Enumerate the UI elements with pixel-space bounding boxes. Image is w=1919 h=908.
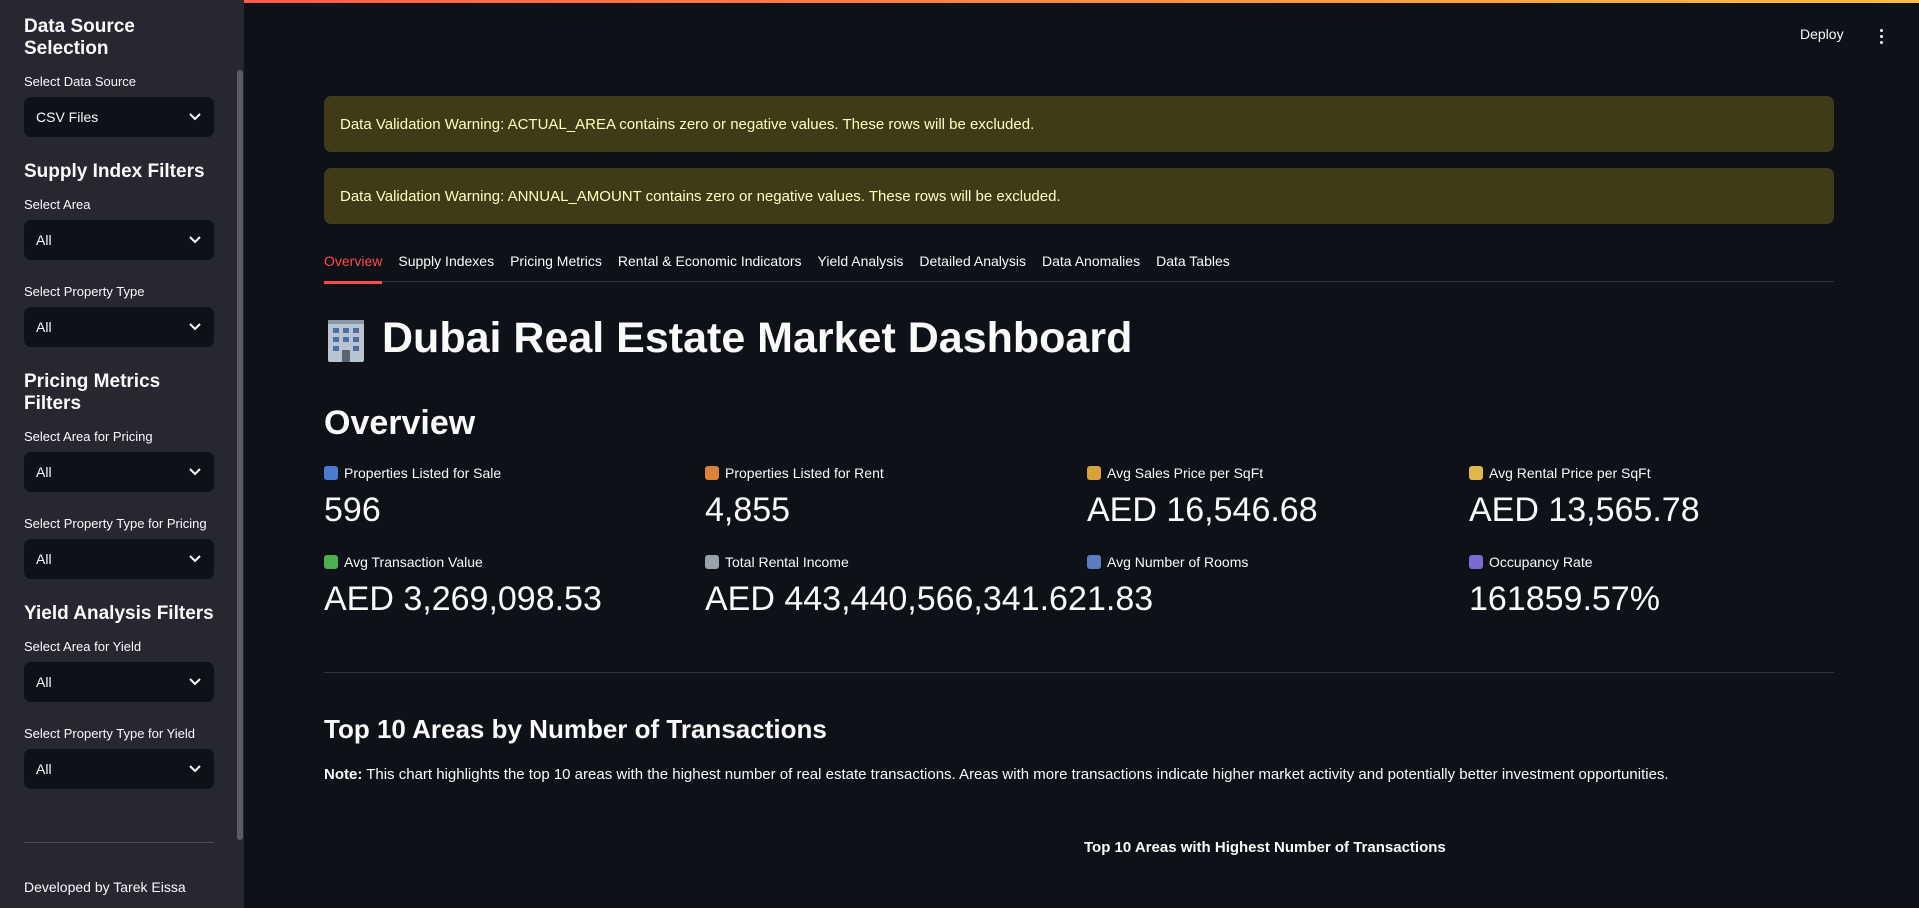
metric-label: Avg Transaction Value bbox=[344, 554, 483, 570]
chevron-down-icon bbox=[188, 233, 202, 247]
dollar-bill-icon bbox=[324, 555, 338, 569]
top-decoration-bar bbox=[0, 0, 1919, 3]
chevron-down-icon bbox=[188, 552, 202, 566]
data-source-title: Data Source Selection bbox=[24, 16, 135, 59]
section-title: Overview bbox=[324, 404, 476, 442]
chart-up-icon bbox=[324, 466, 338, 480]
building-icon bbox=[705, 555, 719, 569]
note-prefix: Note: bbox=[324, 766, 363, 783]
warning-alert: Data Validation Warning: ACTUAL_AREA con… bbox=[324, 96, 1834, 152]
data-source-value: CSV Files bbox=[36, 109, 99, 125]
data-source-label: Select Data Source bbox=[24, 74, 137, 89]
metric-sale-listings: Properties Listed for Sale 596 bbox=[324, 465, 694, 530]
metric-value: AED 16,546.68 bbox=[1087, 491, 1318, 529]
pricing-filters-title: Pricing Metrics Filters bbox=[24, 371, 161, 414]
metric-label: Total Rental Income bbox=[725, 554, 849, 570]
tab-overview[interactable]: Overview bbox=[324, 250, 383, 284]
tab-yield-analysis[interactable]: Yield Analysis bbox=[818, 250, 904, 282]
chevron-down-icon bbox=[188, 320, 202, 334]
supply-area-value: All bbox=[36, 232, 52, 248]
chevron-down-icon bbox=[188, 110, 202, 124]
office-building-icon bbox=[324, 316, 368, 362]
chart-title: Top 10 Areas with Highest Number of Tran… bbox=[1084, 839, 1446, 856]
pricing-ptype-value: All bbox=[36, 551, 52, 567]
tab-detailed-analysis[interactable]: Detailed Analysis bbox=[919, 250, 1026, 282]
metric-avg-rooms: Avg Number of Rooms 1.83 bbox=[1087, 554, 1457, 619]
house-icon bbox=[705, 466, 719, 480]
pricing-ptype-select[interactable]: All bbox=[24, 539, 214, 579]
sidebar: Data Source Selection Select Data Source… bbox=[0, 0, 244, 908]
tab-data-tables[interactable]: Data Tables bbox=[1156, 250, 1230, 282]
top-areas-title: Top 10 Areas by Number of Transactions bbox=[324, 714, 827, 744]
supply-ptype-label: Select Property Type bbox=[24, 284, 145, 299]
metric-label: Properties Listed for Rent bbox=[725, 465, 884, 481]
data-source-select[interactable]: CSV Files bbox=[24, 97, 214, 137]
yield-ptype-value: All bbox=[36, 761, 52, 777]
tab-bar: Overview Supply Indexes Pricing Metrics … bbox=[324, 250, 1834, 284]
metric-total-rental-income: Total Rental Income AED 443,440,566,341.… bbox=[705, 554, 1087, 619]
money-bag-icon bbox=[1087, 466, 1101, 480]
metric-value: AED 443,440,566,341.62 bbox=[705, 580, 1087, 618]
bed-icon bbox=[1087, 555, 1101, 569]
metric-avg-rental-price: Avg Rental Price per SqFt AED 13,565.78 bbox=[1469, 465, 1839, 530]
warning-alert: Data Validation Warning: ANNUAL_AMOUNT c… bbox=[324, 168, 1834, 224]
yield-filters-title: Yield Analysis Filters bbox=[24, 603, 214, 624]
metric-rent-listings: Properties Listed for Rent 4,855 bbox=[705, 465, 1075, 530]
pricing-ptype-label: Select Property Type for Pricing bbox=[24, 516, 207, 531]
metric-value: 4,855 bbox=[705, 491, 791, 529]
metric-value: 161859.57% bbox=[1469, 580, 1660, 618]
pricing-area-value: All bbox=[36, 464, 52, 480]
metric-value: 1.83 bbox=[1087, 580, 1154, 618]
metric-value: AED 13,565.78 bbox=[1469, 491, 1700, 529]
top-areas-note: Note: This chart highlights the top 10 a… bbox=[324, 766, 1669, 783]
pricing-area-label: Select Area for Pricing bbox=[24, 429, 153, 444]
metric-value: AED 3,269,098.53 bbox=[324, 580, 602, 618]
metric-label: Properties Listed for Sale bbox=[344, 465, 502, 481]
chevron-down-icon bbox=[188, 465, 202, 479]
chevron-down-icon bbox=[188, 762, 202, 776]
metric-label: Avg Number of Rooms bbox=[1107, 554, 1249, 570]
metric-avg-transaction: Avg Transaction Value AED 3,269,098.53 bbox=[324, 554, 694, 619]
sidebar-footer: Developed by Tarek Eissa bbox=[24, 879, 186, 895]
yield-area-label: Select Area for Yield bbox=[24, 639, 142, 654]
note-text: This chart highlights the top 10 areas w… bbox=[362, 766, 1669, 783]
tab-rental-economic[interactable]: Rental & Economic Indicators bbox=[618, 250, 802, 282]
yield-area-select[interactable]: All bbox=[24, 662, 214, 702]
supply-filters-title: Supply Index Filters bbox=[24, 161, 205, 182]
yield-area-value: All bbox=[36, 674, 52, 690]
supply-area-label: Select Area bbox=[24, 197, 91, 212]
page-title-text: Dubai Real Estate Market Dashboard bbox=[382, 314, 1133, 362]
supply-ptype-select[interactable]: All bbox=[24, 307, 214, 347]
metric-value: 596 bbox=[324, 491, 381, 529]
metric-occupancy-rate: Occupancy Rate 161859.57% bbox=[1469, 554, 1839, 619]
yield-ptype-select[interactable]: All bbox=[24, 749, 214, 789]
yield-ptype-label: Select Property Type for Yield bbox=[24, 726, 196, 741]
sidebar-scrollbar[interactable] bbox=[237, 70, 243, 840]
page-title: Dubai Real Estate Market Dashboard bbox=[324, 314, 1132, 363]
metric-avg-sales-price: Avg Sales Price per SqFt AED 16,546.68 bbox=[1087, 465, 1457, 530]
divider bbox=[324, 672, 1834, 673]
metric-label: Avg Rental Price per SqFt bbox=[1489, 465, 1651, 481]
supply-area-select[interactable]: All bbox=[24, 220, 214, 260]
metric-label: Occupancy Rate bbox=[1489, 554, 1593, 570]
price-tag-icon bbox=[1469, 466, 1483, 480]
tab-data-anomalies[interactable]: Data Anomalies bbox=[1042, 250, 1140, 282]
metric-label: Avg Sales Price per SqFt bbox=[1107, 465, 1264, 481]
tab-pricing-metrics[interactable]: Pricing Metrics bbox=[510, 250, 602, 282]
sidebar-divider bbox=[24, 842, 214, 843]
deploy-button[interactable]: Deploy bbox=[1800, 26, 1844, 42]
pricing-area-select[interactable]: All bbox=[24, 452, 214, 492]
bar-chart-icon bbox=[1469, 555, 1483, 569]
chevron-down-icon bbox=[188, 675, 202, 689]
tab-supply-indexes[interactable]: Supply Indexes bbox=[398, 250, 494, 282]
supply-ptype-value: All bbox=[36, 319, 52, 335]
more-menu-icon[interactable] bbox=[1876, 26, 1886, 46]
